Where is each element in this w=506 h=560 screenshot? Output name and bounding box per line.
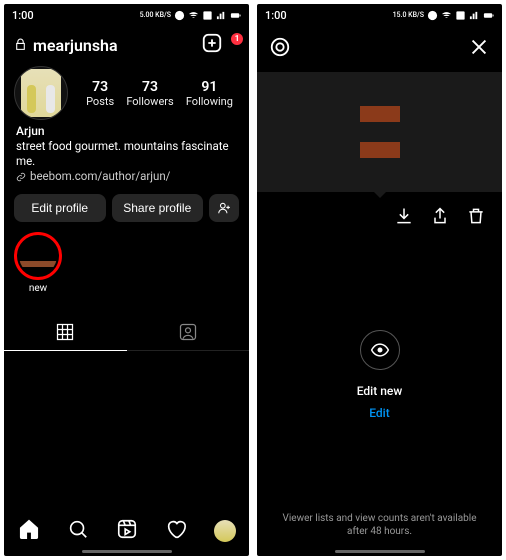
discover-people-button[interactable]	[209, 194, 239, 222]
stat-followers[interactable]: 73 Followers	[126, 79, 173, 108]
username-dropdown[interactable]: mearjunsha	[33, 36, 195, 55]
highlight-new[interactable]: new	[14, 232, 62, 294]
nav-activity[interactable]	[165, 518, 187, 544]
home-indicator	[335, 550, 425, 553]
status-icons: 15.0 KB/S	[393, 10, 494, 21]
nav-profile[interactable]	[214, 520, 236, 542]
edit-profile-button[interactable]: Edit profile	[14, 194, 106, 222]
highlights-row: new	[4, 228, 249, 296]
settings-icon[interactable]	[269, 36, 291, 62]
profile-screen: 1:00 5.00 KB/S mearjunsha 1 73 Posts 73	[4, 4, 249, 556]
tab-tagged[interactable]	[127, 314, 250, 350]
notification-badge: 1	[231, 33, 243, 45]
nav-reels[interactable]	[116, 518, 138, 544]
download-button[interactable]	[394, 206, 414, 230]
profile-stats-row: 73 Posts 73 Followers 91 Following	[4, 62, 249, 122]
edit-title: Edit new	[357, 384, 402, 398]
profile-header: mearjunsha 1	[4, 26, 249, 62]
status-bar: 1:00 5.00 KB/S	[4, 4, 249, 26]
close-button[interactable]	[468, 36, 490, 62]
nav-home[interactable]	[18, 518, 40, 544]
share-button[interactable]	[430, 206, 450, 230]
create-post-button[interactable]	[201, 32, 223, 58]
viewer-info-text: Viewer lists and view counts aren't avai…	[257, 512, 502, 550]
status-time: 1:00	[12, 9, 34, 22]
highlight-actions	[257, 192, 502, 238]
profile-avatar[interactable]	[14, 66, 68, 120]
highlight-body: Edit new Edit	[257, 238, 502, 512]
highlight-preview[interactable]	[257, 72, 502, 192]
display-name: Arjun	[16, 124, 237, 139]
profile-bio: Arjun street food gourmet. mountains fas…	[4, 122, 249, 186]
status-time: 1:00	[265, 9, 287, 22]
stat-following[interactable]: 91 Following	[186, 79, 233, 108]
status-bar: 1:00 15.0 KB/S	[257, 4, 502, 26]
status-icons: 5.00 KB/S	[140, 10, 241, 21]
home-indicator	[82, 550, 172, 553]
bio-text: street food gourmet. mountains fascinate…	[16, 139, 237, 169]
delete-button[interactable]	[466, 206, 486, 230]
preview-shape	[360, 142, 400, 158]
bio-link[interactable]: beebom.com/author/arjun/	[16, 169, 237, 184]
views-icon	[360, 330, 400, 370]
share-profile-button[interactable]: Share profile	[112, 194, 204, 222]
lock-icon	[14, 36, 27, 55]
nav-search[interactable]	[67, 518, 89, 544]
stat-posts[interactable]: 73 Posts	[86, 79, 114, 108]
highlight-edit-screen: 1:00 15.0 KB/S Edit new Edit Viewer list…	[257, 4, 502, 556]
profile-buttons: Edit profile Share profile	[4, 186, 249, 228]
profile-tabs	[4, 314, 249, 351]
preview-shape	[360, 106, 400, 122]
tab-grid[interactable]	[4, 314, 127, 350]
edit-highlight-link[interactable]: Edit	[369, 406, 389, 420]
posts-grid[interactable]	[4, 351, 249, 508]
bottom-nav	[4, 508, 249, 550]
highlight-header	[257, 26, 502, 72]
